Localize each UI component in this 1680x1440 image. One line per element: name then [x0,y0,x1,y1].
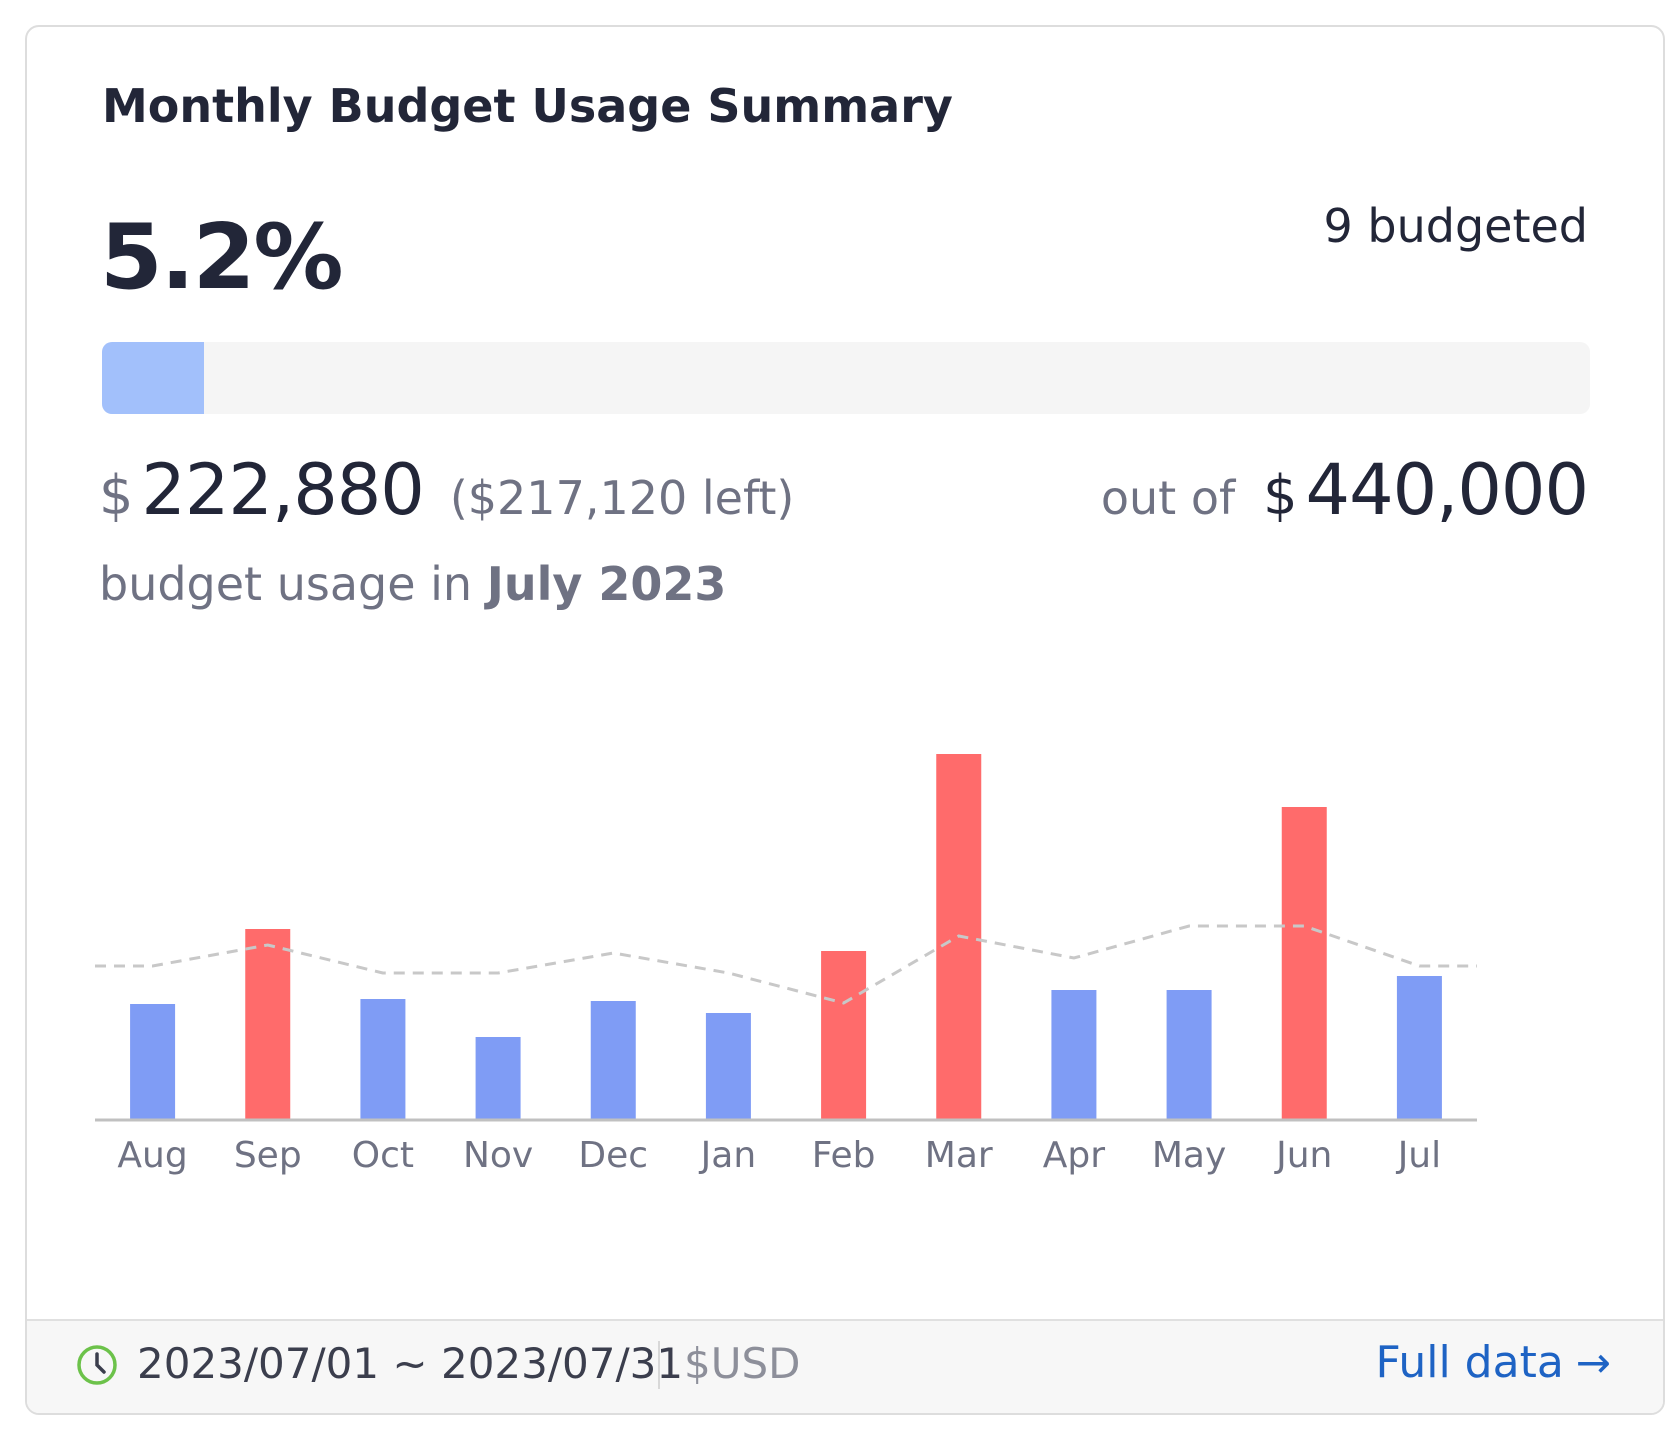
x-tick-label: Oct [352,1135,414,1176]
bar-dec [590,1001,636,1119]
x-tick-label: Apr [1043,1135,1105,1176]
clock-icon [77,1345,117,1385]
footer-divider [658,1341,660,1389]
arrow-right-icon: → [1575,1338,1611,1387]
x-tick-label: Mar [925,1135,993,1176]
x-tick-label: Jul [1396,1135,1441,1176]
x-tick-label: Sep [234,1135,302,1176]
bar-jun [1281,807,1327,1119]
bar-feb [821,951,867,1119]
reference-line [95,924,1477,1005]
bar-oct [360,999,406,1119]
bar-jul [1396,976,1442,1119]
date-range: 2023/07/01 ~ 2023/07/31 [137,1339,684,1388]
full-data-link[interactable]: Full data → [1375,1337,1611,1388]
x-tick-label: Nov [463,1135,533,1176]
bar-apr [1051,990,1097,1119]
x-tick-label: Feb [812,1135,876,1176]
currency-label: $USD [684,1339,801,1388]
budget-summary-card: Monthly Budget Usage Summary 5.2% 9 budg… [25,25,1665,1415]
bar-jan [705,1013,751,1119]
x-tick-label: May [1152,1135,1226,1176]
bar-may [1166,990,1212,1119]
x-tick-label: Aug [117,1135,187,1176]
full-data-label: Full data [1375,1337,1564,1388]
x-tick-label: Jan [699,1135,757,1176]
x-tick-label: Jun [1274,1135,1332,1176]
bar-sep [245,929,291,1119]
card-footer: 2023/07/01 ~ 2023/07/31 $USD Full data → [27,1319,1663,1413]
bar-aug [130,1004,176,1119]
monthly-usage-chart: Aug Sep Oct Nov Dec Jan Feb Mar Apr May Jun Jul [95,754,1477,1176]
x-tick-label: Dec [578,1135,648,1176]
bar-nov [475,1037,521,1119]
